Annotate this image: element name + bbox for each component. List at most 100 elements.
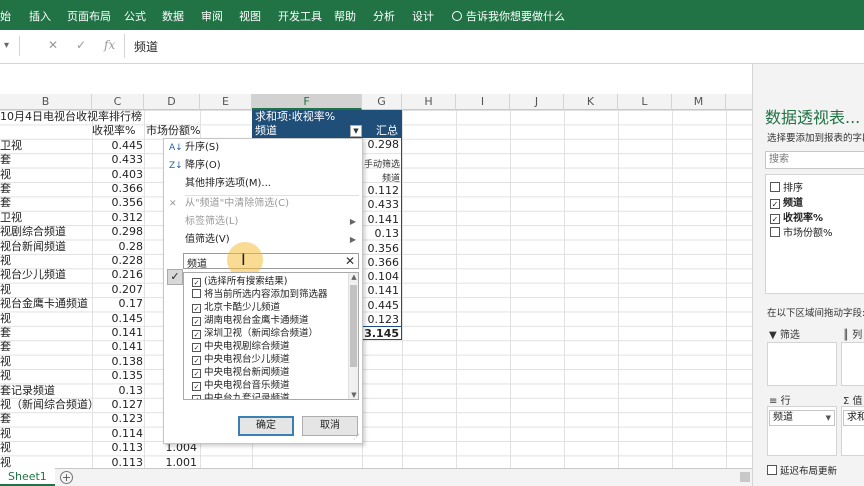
rating-cell[interactable]: 0.127 — [92, 398, 144, 412]
filter-list-item[interactable]: ✓ 中央电视台音乐频道 — [192, 379, 290, 392]
menu-label-filter[interactable]: 标签筛选(L) ▶ — [164, 213, 362, 231]
rating-cell[interactable]: 0.114 — [92, 427, 144, 441]
column-area-box[interactable] — [841, 342, 864, 386]
tab-design[interactable]: 设计 — [412, 8, 434, 24]
checkbox[interactable] — [767, 465, 777, 475]
rating-cell[interactable]: 0.141 — [92, 340, 144, 354]
rating-cell[interactable]: 0.298 — [92, 225, 144, 239]
tab-formulas[interactable]: 公式 — [124, 8, 146, 24]
rating-cell[interactable]: 0.445 — [92, 139, 144, 153]
resize-grip-icon[interactable]: ⋰ — [353, 433, 360, 441]
rating-cell[interactable]: 0.356 — [92, 196, 144, 210]
filter-dropdown-icon[interactable]: ▼ — [350, 125, 362, 137]
filter-list-item[interactable]: ✓ 中央电视台新闻频道 — [192, 366, 290, 379]
column-header-l[interactable]: L — [618, 94, 672, 110]
column-header-j[interactable]: J — [510, 94, 564, 110]
checked-box-icon[interactable]: ✓ — [192, 343, 201, 352]
scroll-thumb[interactable] — [350, 285, 357, 367]
pivot-field-item[interactable]: ✓ 收视率% — [770, 209, 823, 224]
checked-box-icon[interactable]: ✓ — [192, 382, 201, 391]
rating-cell[interactable]: 0.366 — [92, 182, 144, 196]
tab-insert[interactable]: 插入 — [29, 8, 51, 24]
pivot-row-label-cell[interactable]: 频道 — [252, 124, 362, 138]
rating-cell[interactable]: 0.113 — [92, 441, 144, 455]
tab-help[interactable]: 帮助 — [334, 8, 356, 24]
rating-cell[interactable]: 0.312 — [92, 211, 144, 225]
filter-value-list[interactable]: ▲ ▼ ✓ (选择所有搜索结果) 将当前所选内容添加到筛选器 ✓ 北京卡酷少儿频道 ✓ 湖南… — [183, 272, 359, 400]
filter-list-item[interactable]: ✓ 中央台九套记录频道 — [192, 392, 290, 399]
menu-more-sort-options[interactable]: 其他排序选项(M)... — [164, 175, 362, 193]
rating-cell[interactable]: 0.113 — [92, 456, 144, 468]
row-field-chip[interactable]: 频道 ▼ — [769, 410, 835, 426]
chip-dropdown-icon[interactable]: ▼ — [826, 411, 831, 425]
pivot-value-cell[interactable]: 0.141 — [362, 284, 400, 298]
rating-cell[interactable]: 0.28 — [92, 240, 144, 254]
rating-cell[interactable]: 0.207 — [92, 283, 144, 297]
tab-analyze[interactable]: 分析 — [373, 8, 395, 24]
filter-list-item[interactable]: ✓ (选择所有搜索结果) — [192, 275, 287, 288]
pivot-value-cell[interactable]: 0.356 — [362, 242, 400, 256]
unchecked-box-icon[interactable] — [770, 182, 780, 192]
checked-box-icon[interactable]: ✓ — [192, 317, 201, 326]
filter-area-box[interactable] — [767, 342, 837, 386]
column-header-i[interactable]: I — [456, 94, 510, 110]
pivot-value-cell[interactable]: 0.112 — [362, 184, 400, 198]
checked-box-icon[interactable]: ✓ — [192, 369, 201, 378]
rating-cell[interactable]: 0.138 — [92, 355, 144, 369]
checked-box-icon[interactable]: ✓ — [192, 356, 201, 365]
field-search-input[interactable]: 搜索 — [765, 151, 864, 169]
filter-list-item[interactable]: ✓ 中央电视台少儿频道 — [192, 353, 290, 366]
rating-cell[interactable]: 0.135 — [92, 369, 144, 383]
pivot-value-cell[interactable]: 0.298 — [362, 138, 400, 152]
sheet-tab-sheet1[interactable]: Sheet1 — [0, 468, 55, 486]
scroll-up-icon[interactable]: ▲ — [349, 273, 358, 281]
column-header-m[interactable]: M — [672, 94, 726, 110]
header-share-cell[interactable]: 市场份额% — [146, 124, 202, 138]
pivot-value-cell[interactable]: 0.433 — [362, 198, 400, 212]
cancel-formula-icon[interactable]: ✕ — [48, 38, 58, 52]
rating-cell[interactable]: 0.145 — [92, 312, 144, 326]
column-header-e[interactable]: E — [200, 94, 252, 110]
value-field-chip[interactable]: 求和 — [843, 410, 864, 426]
pivot-field-item[interactable]: ✓ 频道 — [770, 194, 803, 209]
share-cell[interactable]: 1.001 — [144, 456, 198, 468]
checked-box-icon[interactable]: ✓ — [770, 199, 780, 209]
pivot-value-cell[interactable]: 0.366 — [362, 256, 400, 270]
pivot-value-cell[interactable]: 0.13 — [362, 227, 400, 241]
list-scrollbar[interactable]: ▲ ▼ — [348, 273, 358, 399]
rating-cell[interactable]: 0.403 — [92, 168, 144, 182]
add-sheet-icon[interactable]: + — [60, 471, 73, 484]
rating-cell[interactable]: 0.433 — [92, 153, 144, 167]
column-header-d[interactable]: D — [144, 94, 200, 110]
tab-view[interactable]: 视图 — [239, 8, 261, 24]
clear-search-icon[interactable]: ✕ — [345, 254, 355, 268]
column-header-h[interactable]: H — [402, 94, 456, 110]
filter-list-item[interactable]: ✓ 北京卡酷少儿频道 — [192, 301, 280, 314]
tab-data[interactable]: 数据 — [162, 8, 184, 24]
checked-box-icon[interactable]: ✓ — [192, 304, 201, 313]
pivot-total-header[interactable]: 汇总 — [362, 124, 402, 138]
filter-search-input[interactable]: 频道 ✕ — [183, 253, 359, 270]
unchecked-box-icon[interactable] — [192, 289, 201, 298]
pivot-field-item[interactable]: 排序 — [770, 179, 803, 194]
tab-developer[interactable]: 开发工具 — [278, 8, 322, 24]
tab-page-layout[interactable]: 页面布局 — [67, 8, 111, 24]
tell-me-box[interactable]: 告诉我你想要做什么 — [452, 8, 565, 24]
rating-cell[interactable]: 0.141 — [92, 326, 144, 340]
menu-value-filter[interactable]: 值筛选(V) ▶ — [164, 231, 362, 249]
checked-box-icon[interactable]: ✓ — [192, 278, 201, 287]
defer-layout-update[interactable]: 延迟布局更新 — [767, 463, 837, 477]
filter-list-item[interactable]: ✓ 深圳卫视（新闻综合频道） — [192, 327, 318, 340]
column-header-b[interactable]: B — [0, 94, 92, 110]
pivot-value-cell[interactable]: 0.141 — [362, 213, 400, 227]
rating-cell[interactable]: 0.123 — [92, 412, 144, 426]
checked-box-icon[interactable]: ✓ — [192, 395, 201, 399]
pivot-value-cell[interactable]: 0.445 — [362, 299, 400, 313]
worksheet-grid[interactable]: 10月4日电视台收视率排行榜 收视率% 市场份额% 卫视 0.445 套 0.433 视… — [0, 110, 752, 468]
name-box[interactable]: ▾ — [0, 36, 20, 56]
filter-list-item[interactable]: ✓ 湖南电视台金鹰卡通频道 — [192, 314, 309, 327]
column-header-f[interactable]: F — [252, 94, 362, 110]
pivot-value-cell[interactable]: 0.123 — [362, 313, 400, 327]
rating-cell[interactable]: 0.216 — [92, 268, 144, 282]
pivot-field-item[interactable]: 市场份额% — [770, 224, 833, 239]
